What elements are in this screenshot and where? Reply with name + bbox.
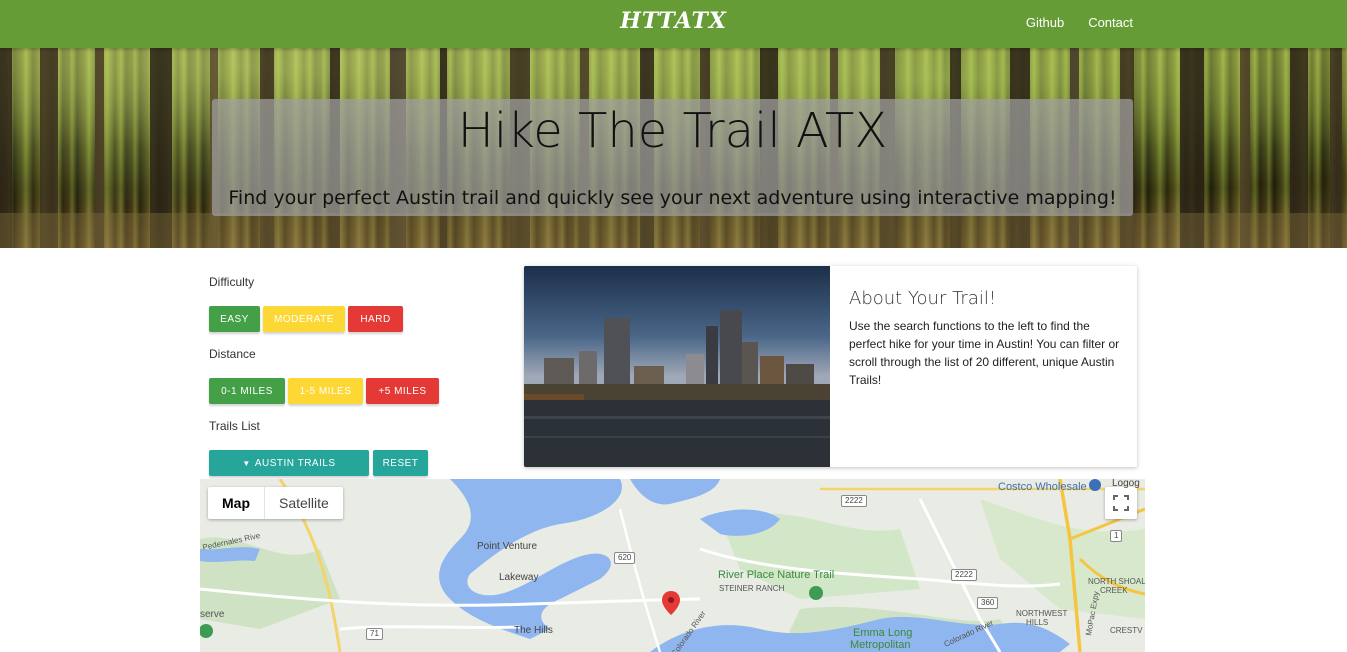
about-trail-card: About Your Trail! Use the search functio… xyxy=(524,266,1137,467)
map-label-the-hills: The Hills xyxy=(514,625,553,636)
hard-button[interactable]: HARD xyxy=(348,306,403,332)
map-label-emma-long: Emma Long xyxy=(853,627,913,639)
road-shield-360: 360 xyxy=(977,597,999,609)
map-label-costco: Costco Wholesale xyxy=(998,481,1087,493)
map-label-hills: HILLS xyxy=(1026,618,1049,627)
hero-subtitle: Find your perfect Austin trail and quick… xyxy=(228,187,1117,209)
card-title: About Your Trail! xyxy=(849,288,997,309)
austin-skyline-image xyxy=(524,266,830,467)
hero-overlay-box: Hike The Trail ATX Find your perfect Aus… xyxy=(212,99,1133,216)
map-label-creek: CREEK xyxy=(1100,586,1128,595)
map-label-steiner: STEINER RANCH xyxy=(719,584,785,593)
trail-marker[interactable] xyxy=(662,591,680,615)
brand-logo[interactable]: HTTATX xyxy=(620,8,727,34)
map-label-point-venture: Point Venture xyxy=(477,541,538,552)
road-shield-620: 620 xyxy=(614,552,636,564)
map-label-logo: Logog xyxy=(1112,479,1140,489)
moderate-button[interactable]: MODERATE xyxy=(263,306,345,332)
map-label-lakeway: Lakeway xyxy=(499,572,539,583)
fullscreen-icon xyxy=(1113,495,1129,511)
map-type-map[interactable]: Map xyxy=(208,487,265,519)
github-link[interactable]: Github xyxy=(1026,15,1064,30)
map-label-northwest: NORTHWEST xyxy=(1016,609,1068,618)
card-description: Use the search functions to the left to … xyxy=(849,319,1120,387)
road-shield-1: 1 xyxy=(1110,530,1123,542)
trails-list-label: Trails List xyxy=(209,419,260,433)
trails-dropdown-label: AUSTIN TRAILS xyxy=(254,457,336,469)
road-shield-2222-b: 2222 xyxy=(951,569,977,581)
distance-1-5-button[interactable]: 1-5 MILES xyxy=(288,378,363,404)
nav-links: Github Contact xyxy=(1026,15,1133,30)
distance-label: Distance xyxy=(209,347,256,361)
distance-0-1-button[interactable]: 0-1 MILES xyxy=(209,378,285,404)
top-navbar: HTTATX Github Contact xyxy=(0,0,1347,48)
hero-banner: Hike The Trail ATX Find your perfect Aus… xyxy=(0,48,1347,248)
map-label-crestv: CRESTV xyxy=(1110,626,1143,635)
map-label-metropolitan: Metropolitan xyxy=(850,639,911,651)
trail-map[interactable]: Map Satellite Costco Wholesale Logog Poi… xyxy=(200,479,1145,652)
caret-down-icon: ▼ xyxy=(242,458,251,468)
map-type-control: Map Satellite xyxy=(208,487,343,519)
map-label-serve: serve xyxy=(200,609,225,620)
skyline-illustration xyxy=(524,266,830,467)
reset-button[interactable]: RESET xyxy=(373,450,428,476)
map-label-river-place: River Place Nature Trail xyxy=(718,569,835,581)
trails-dropdown[interactable]: ▼ AUSTIN TRAILS xyxy=(209,450,369,476)
distance-5-plus-button[interactable]: +5 MILES xyxy=(366,378,439,404)
road-shield-71: 71 xyxy=(366,628,383,640)
contact-link[interactable]: Contact xyxy=(1088,15,1133,30)
road-shield-2222-a: 2222 xyxy=(841,495,867,507)
map-label-north-shoal: NORTH SHOAL xyxy=(1088,577,1145,586)
map-type-satellite[interactable]: Satellite xyxy=(265,487,343,519)
easy-button[interactable]: EASY xyxy=(209,306,260,332)
fullscreen-button[interactable] xyxy=(1105,487,1137,519)
hero-title: Hike The Trail ATX xyxy=(457,103,888,159)
difficulty-label: Difficulty xyxy=(209,275,255,289)
